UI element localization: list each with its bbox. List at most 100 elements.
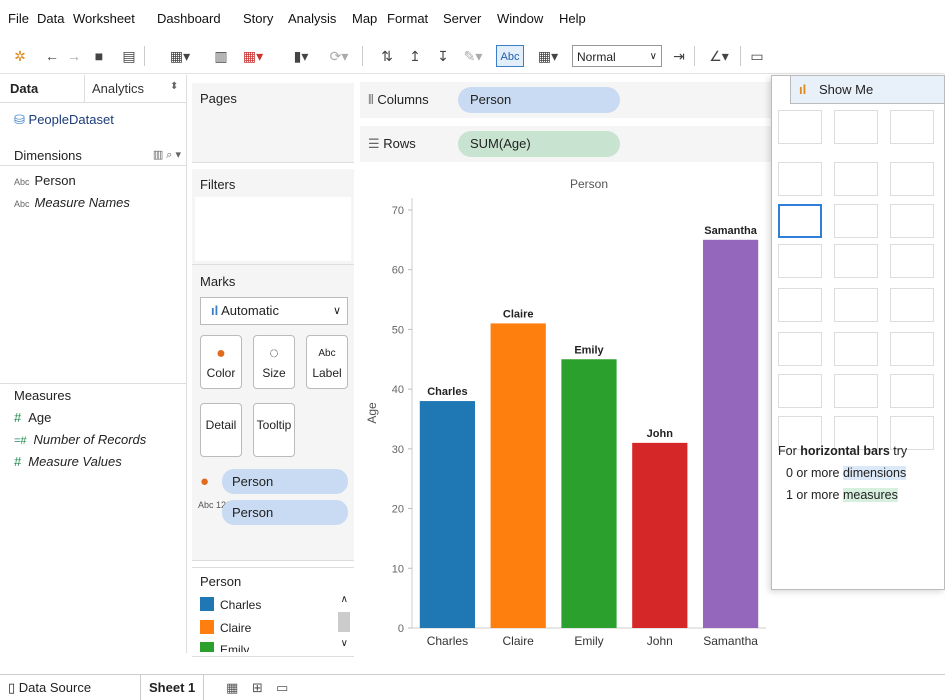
- chart-type-thumbnail[interactable]: [778, 244, 822, 278]
- collapse-icon[interactable]: ⬍: [170, 81, 178, 92]
- menu-analysis[interactable]: Analysis: [288, 11, 336, 26]
- size-button[interactable]: ◌ Size: [253, 335, 295, 389]
- refresh-icon[interactable]: ⟳▾: [322, 45, 356, 67]
- run-update-icon[interactable]: ▮▾: [284, 45, 318, 67]
- dimensions-title: Dimensions: [14, 148, 82, 163]
- fit-width-icon[interactable]: ⇥: [668, 45, 690, 67]
- menu-window[interactable]: Window: [497, 11, 543, 26]
- menu-help[interactable]: Help: [559, 11, 586, 26]
- measure-age[interactable]: # Age: [14, 410, 51, 425]
- filters-card[interactable]: Filters: [192, 169, 354, 265]
- mark-type-select[interactable]: ıl Automatic ∨: [200, 297, 348, 325]
- menu-worksheet[interactable]: Worksheet: [73, 11, 135, 26]
- chart-type-thumbnail[interactable]: [890, 162, 934, 196]
- new-worksheet-tab-icon[interactable]: ▦: [226, 680, 238, 696]
- columns-shelf[interactable]: ⦀ Columns Person: [360, 82, 772, 118]
- legend-item-charles[interactable]: Charles: [200, 597, 261, 612]
- clear-sheet-icon[interactable]: ▦▾: [236, 45, 270, 67]
- fix-axes-icon[interactable]: ▦▾: [530, 45, 566, 67]
- save-icon[interactable]: ■: [88, 45, 110, 67]
- dimension-person[interactable]: Abc Person: [14, 173, 76, 188]
- new-story-tab-icon[interactable]: ▭: [276, 680, 288, 696]
- rows-shelf[interactable]: ☰ Rows SUM(Age): [360, 126, 772, 162]
- color-pill-person[interactable]: Person: [222, 469, 348, 494]
- presentation-icon[interactable]: ▭: [746, 45, 768, 67]
- sort-asc-icon[interactable]: ↥: [404, 45, 426, 67]
- color-mark-icon: ●: [200, 473, 210, 490]
- undo-icon[interactable]: ←: [42, 45, 62, 67]
- chart-type-thumbnail[interactable]: [778, 204, 822, 238]
- rows-pill-sum-age[interactable]: SUM(Age): [458, 131, 620, 157]
- pen-icon[interactable]: ∠▾: [704, 45, 734, 67]
- sheet1-tab[interactable]: Sheet 1: [140, 675, 205, 700]
- toolbar: ✲ ← → ■ ▤ ▦▾ ▥ ▦▾ ▮▾ ⟳▾ ⇅ ↥ ↧ ✎▾ Abc ▦▾ …: [0, 38, 945, 74]
- color-button[interactable]: ● Color: [200, 335, 242, 389]
- data-source-label: Data Source: [18, 680, 92, 695]
- scroll-down-icon[interactable]: ∨: [341, 638, 348, 649]
- pages-card[interactable]: Pages: [192, 83, 354, 163]
- size-icon: ◌: [269, 345, 279, 362]
- chart-type-thumbnail[interactable]: [778, 374, 822, 408]
- chart-type-thumbnail[interactable]: [890, 204, 934, 238]
- fit-select[interactable]: Normal ∨: [572, 45, 662, 67]
- chart-type-thumbnail[interactable]: [778, 288, 822, 322]
- menu-format[interactable]: Format: [387, 11, 428, 26]
- tooltip-button[interactable]: Tooltip: [253, 403, 295, 457]
- chart-type-thumbnail[interactable]: [834, 244, 878, 278]
- chart-title: Person: [570, 177, 608, 191]
- legend-item-claire[interactable]: Claire: [200, 620, 251, 635]
- scroll-up-icon[interactable]: ∧: [341, 594, 348, 605]
- sort-desc-icon[interactable]: ↧: [432, 45, 454, 67]
- chart-type-thumbnail[interactable]: [890, 288, 934, 322]
- menu-data[interactable]: Data: [37, 11, 64, 26]
- size-label: Size: [262, 366, 286, 380]
- show-mark-labels-button[interactable]: Abc: [496, 45, 524, 67]
- menu-story[interactable]: Story: [243, 11, 273, 26]
- chart-type-thumbnail[interactable]: [834, 162, 878, 196]
- new-dashboard-tab-icon[interactable]: ⊞: [252, 680, 263, 696]
- label-pill-person[interactable]: Person: [222, 500, 348, 525]
- tab-data[interactable]: Data: [10, 81, 38, 96]
- tab-analytics[interactable]: Analytics: [92, 81, 144, 96]
- measure-measure-values[interactable]: # Measure Values: [14, 454, 122, 469]
- highlight-icon[interactable]: ✎▾: [458, 45, 488, 67]
- filters-drop-area[interactable]: [195, 197, 351, 261]
- tableau-logo-icon[interactable]: ✲: [8, 45, 32, 67]
- chart-type-thumbnail[interactable]: [778, 110, 822, 144]
- measure-number-of-records[interactable]: =# Number of Records: [14, 432, 146, 447]
- chart-type-thumbnail[interactable]: [890, 244, 934, 278]
- datasource-item[interactable]: ⛁ PeopleDataset: [14, 112, 114, 128]
- menu-server[interactable]: Server: [443, 11, 481, 26]
- chart-type-thumbnail[interactable]: [778, 332, 822, 366]
- chart-type-thumbnail[interactable]: [834, 374, 878, 408]
- menu-file[interactable]: File: [8, 11, 29, 26]
- chart-type-thumbnail[interactable]: [890, 110, 934, 144]
- chart-type-thumbnail[interactable]: [834, 110, 878, 144]
- chart-type-thumbnail[interactable]: [834, 288, 878, 322]
- chart-type-thumbnail[interactable]: [778, 162, 822, 196]
- duplicate-sheet-icon[interactable]: ▥: [210, 45, 232, 67]
- menu-map[interactable]: Map: [352, 11, 377, 26]
- show-me-panel: ıl Show Me For horizontal bars try 0 or …: [771, 75, 945, 590]
- search-icon[interactable]: ▥ ⌕ ▾: [153, 148, 181, 162]
- filters-title: Filters: [200, 177, 236, 192]
- dimension-measure-names[interactable]: Abc Measure Names: [14, 195, 130, 210]
- menu-dashboard[interactable]: Dashboard: [157, 11, 221, 26]
- columns-pill-person[interactable]: Person: [458, 87, 620, 113]
- legend-scrollbar[interactable]: [338, 612, 350, 632]
- detail-button[interactable]: Detail: [200, 403, 242, 457]
- data-source-tab[interactable]: ▯ Data Source: [8, 680, 91, 696]
- legend-item-emily[interactable]: Emily: [200, 642, 249, 652]
- swap-icon[interactable]: ⇅: [376, 45, 398, 67]
- chart-type-thumbnail[interactable]: [834, 204, 878, 238]
- new-datasource-icon[interactable]: ▤: [118, 45, 140, 67]
- show-me-header[interactable]: ıl Show Me: [790, 76, 944, 104]
- redo-icon[interactable]: →: [64, 45, 84, 67]
- label-button[interactable]: Abc Label: [306, 335, 348, 389]
- sheet-tabs-bar: ▯ Data Source Sheet 1 ▦ ⊞ ▭: [0, 674, 945, 700]
- legend-label: Charles: [220, 598, 262, 612]
- chart-type-thumbnail[interactable]: [890, 332, 934, 366]
- new-worksheet-icon[interactable]: ▦▾: [160, 45, 200, 67]
- chart-type-thumbnail[interactable]: [834, 332, 878, 366]
- chart-type-thumbnail[interactable]: [890, 374, 934, 408]
